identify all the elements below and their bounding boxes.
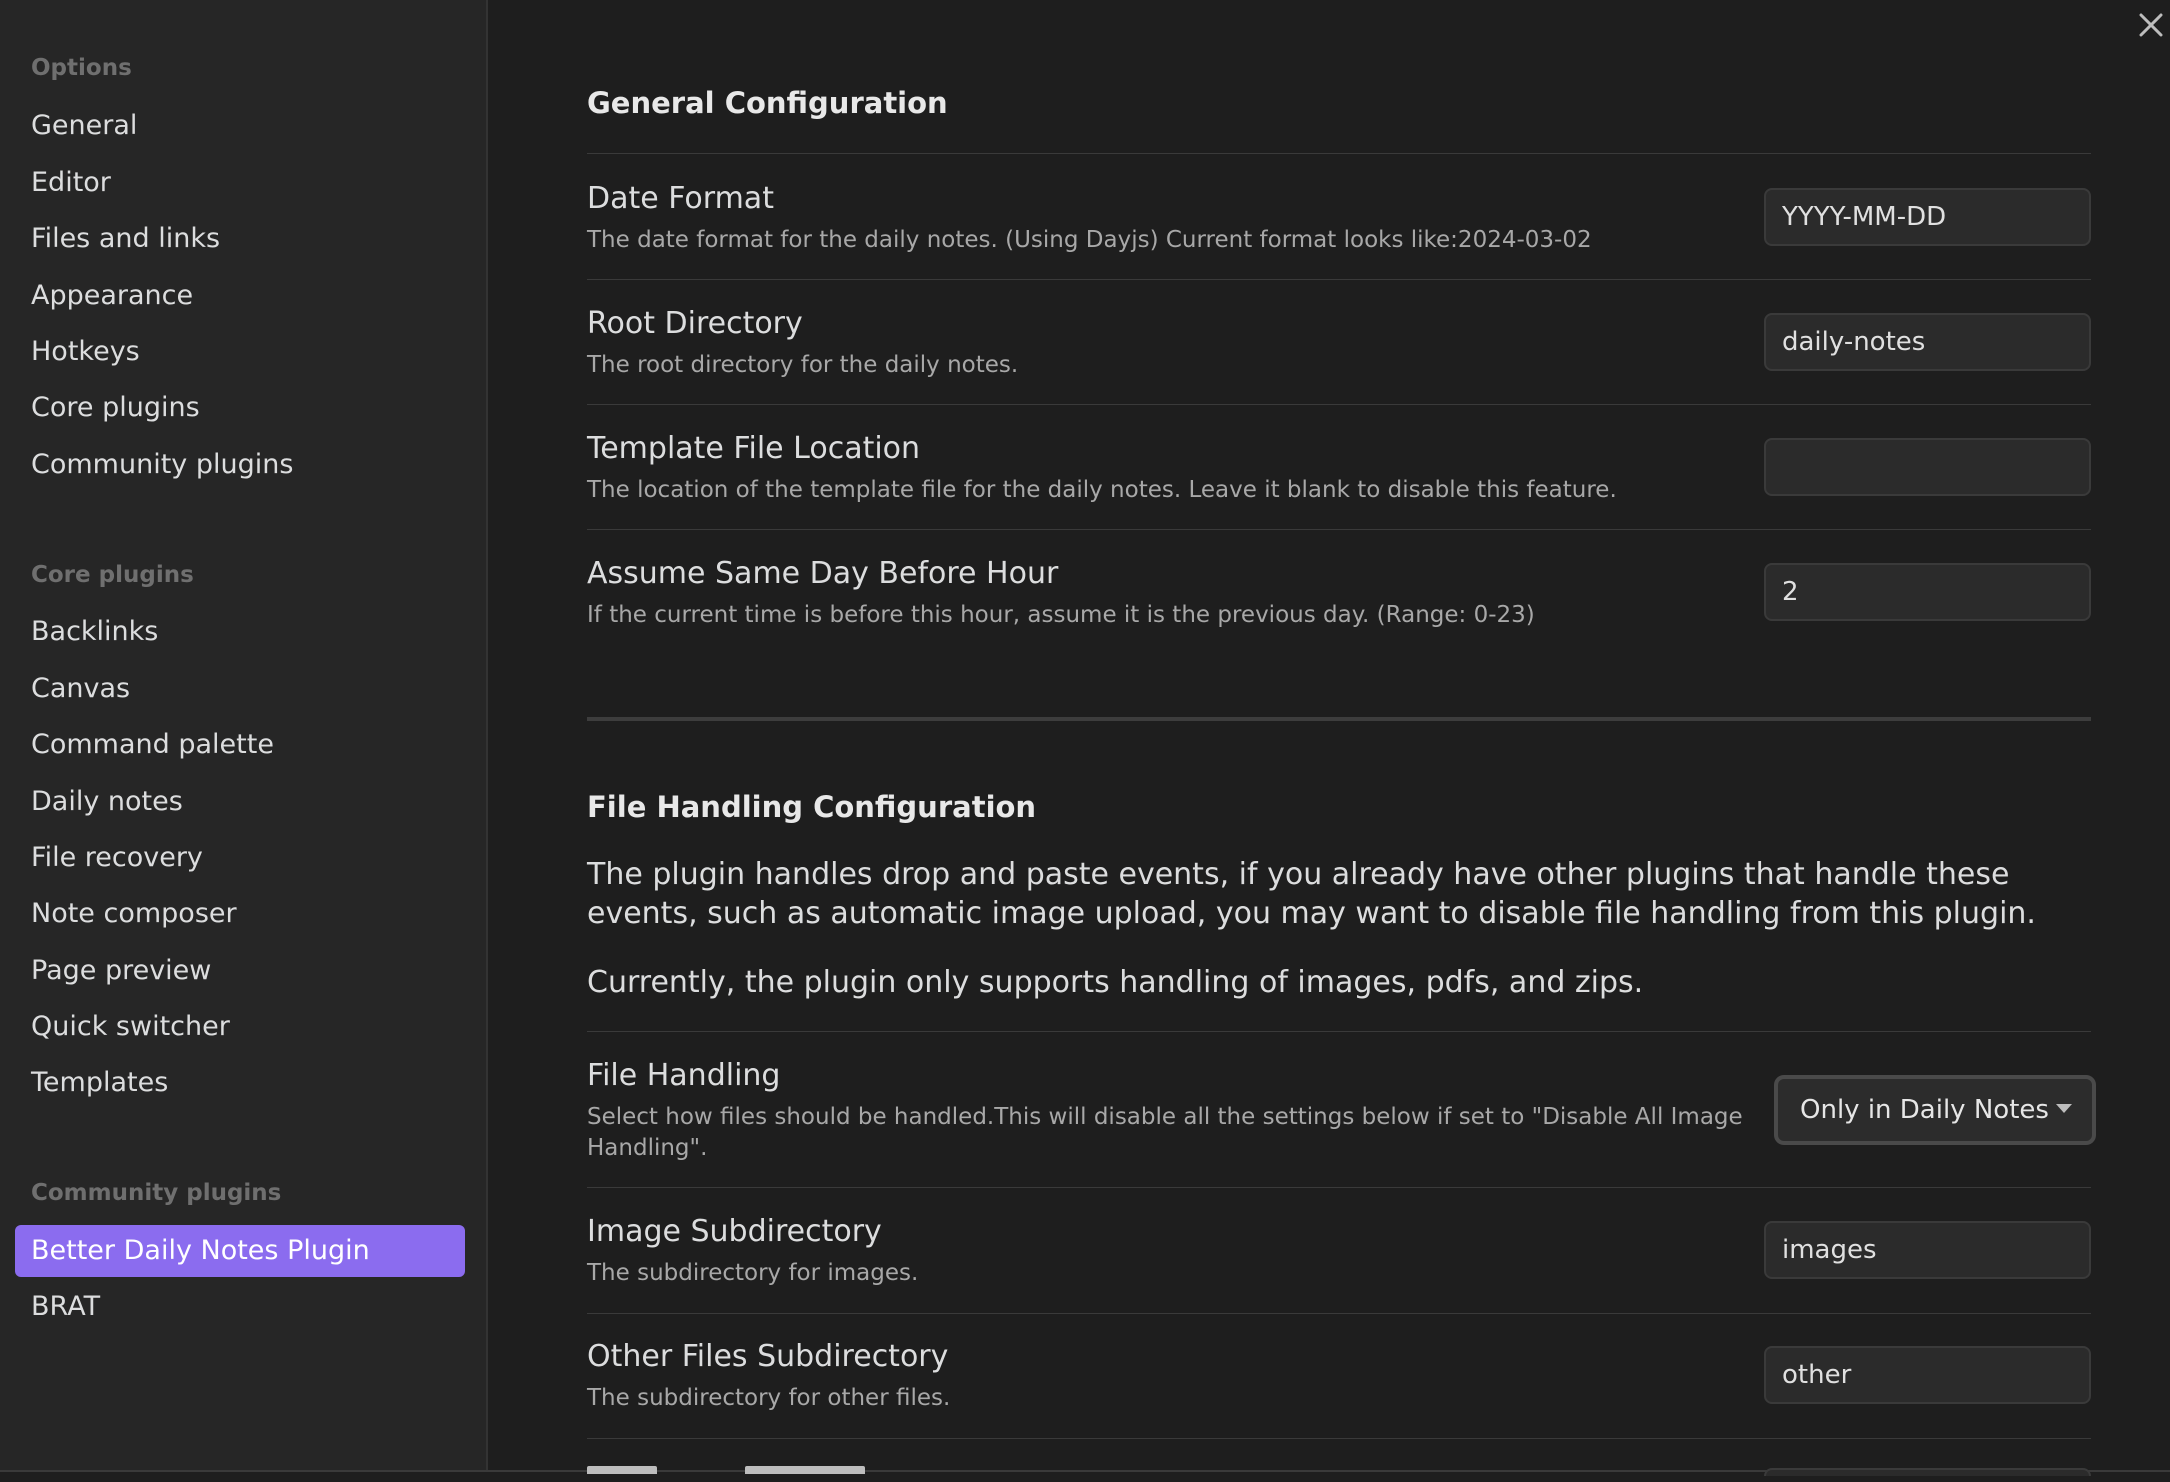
- sidebar-item-editor[interactable]: Editor: [15, 157, 465, 209]
- template-location-input[interactable]: [1764, 438, 2091, 496]
- other-subdir-input[interactable]: [1764, 1346, 2091, 1404]
- divider: [587, 1187, 2091, 1188]
- divider: [587, 404, 2091, 405]
- sidebar-item-files-and-links[interactable]: Files and links: [15, 213, 465, 265]
- sidebar-heading-community-plugins: Community plugins: [31, 1180, 282, 1206]
- template-location-desc: The location of the template file for th…: [587, 477, 1617, 503]
- sidebar-item-canvas[interactable]: Canvas: [15, 663, 465, 715]
- other-subdir-desc: The subdirectory for other files.: [587, 1385, 951, 1411]
- sidebar-item-page-preview[interactable]: Page preview: [15, 945, 465, 997]
- sidebar-item-hotkeys[interactable]: Hotkeys: [15, 326, 465, 378]
- file-handling-dropdown[interactable]: Only in Daily Notes: [1774, 1075, 2096, 1145]
- same-day-hour-name: Assume Same Day Before Hour: [587, 556, 1059, 591]
- close-icon-glyph: [2139, 13, 2163, 37]
- close-icon[interactable]: [2134, 8, 2168, 42]
- root-directory-input[interactable]: [1764, 313, 2091, 371]
- sidebar-item-daily-notes[interactable]: Daily notes: [15, 776, 465, 828]
- settings-window: Options General Editor Files and links A…: [0, 0, 2170, 1476]
- same-day-hour-input[interactable]: [1764, 563, 2091, 621]
- file-handling-info-paragraph: The plugin handles drop and paste events…: [587, 857, 2036, 931]
- root-directory-name: Root Directory: [587, 306, 803, 341]
- sidebar-item-backlinks[interactable]: Backlinks: [15, 606, 465, 658]
- divider: [587, 1313, 2091, 1314]
- other-subdir-name: Other Files Subdirectory: [587, 1339, 949, 1374]
- same-day-hour-desc: If the current time is before this hour,…: [587, 602, 1535, 628]
- date-format-desc: The date format for the daily notes. (Us…: [587, 227, 1592, 253]
- template-location-name: Template File Location: [587, 431, 921, 466]
- date-format-name: Date Format: [587, 181, 774, 216]
- divider: [587, 153, 2091, 154]
- next-setting-cutoff: [745, 1466, 865, 1474]
- sidebar-item-community-plugins[interactable]: Community plugins: [15, 439, 465, 491]
- sidebar-item-templates[interactable]: Templates: [15, 1057, 465, 1109]
- divider: [587, 279, 2091, 280]
- date-format-input[interactable]: [1764, 188, 2091, 246]
- section-divider: [587, 717, 2091, 721]
- file-handling-selected: Only in Daily Notes: [1800, 1095, 2049, 1125]
- divider: [587, 1031, 2091, 1032]
- chevron-down-icon: [2056, 1104, 2072, 1113]
- root-directory-desc: The root directory for the daily notes.: [587, 352, 1019, 378]
- sidebar-item-command-palette[interactable]: Command palette: [15, 719, 465, 771]
- next-setting-cutoff: [587, 1466, 657, 1474]
- image-subdir-input[interactable]: [1764, 1221, 2091, 1279]
- general-config-title: General Configuration: [587, 86, 948, 120]
- file-handling-desc: Select how files should be handled.This …: [587, 1104, 1743, 1161]
- sidebar-item-core-plugins[interactable]: Core plugins: [15, 382, 465, 434]
- sidebar-heading-core-plugins: Core plugins: [31, 562, 194, 588]
- settings-sidebar: Options General Editor Files and links A…: [0, 0, 488, 1470]
- sidebar-item-file-recovery[interactable]: File recovery: [15, 832, 465, 884]
- sidebar-item-appearance[interactable]: Appearance: [15, 270, 465, 322]
- next-setting-input-cutoff: [1764, 1468, 2091, 1476]
- file-handling-name: File Handling: [587, 1058, 781, 1093]
- sidebar-item-note-composer[interactable]: Note composer: [15, 888, 465, 940]
- divider: [587, 529, 2091, 530]
- image-subdir-name: Image Subdirectory: [587, 1214, 882, 1249]
- image-subdir-desc: The subdirectory for images.: [587, 1260, 919, 1286]
- sidebar-item-quick-switcher[interactable]: Quick switcher: [15, 1001, 465, 1053]
- file-handling-support-paragraph: Currently, the plugin only supports hand…: [587, 965, 1644, 1000]
- sidebar-item-better-daily-notes[interactable]: Better Daily Notes Plugin: [15, 1225, 465, 1277]
- sidebar-item-brat[interactable]: BRAT: [15, 1281, 465, 1333]
- sidebar-heading-options: Options: [31, 55, 132, 81]
- file-handling-config-title: File Handling Configuration: [587, 790, 1037, 824]
- sidebar-item-general[interactable]: General: [15, 100, 465, 152]
- divider: [587, 1438, 2091, 1439]
